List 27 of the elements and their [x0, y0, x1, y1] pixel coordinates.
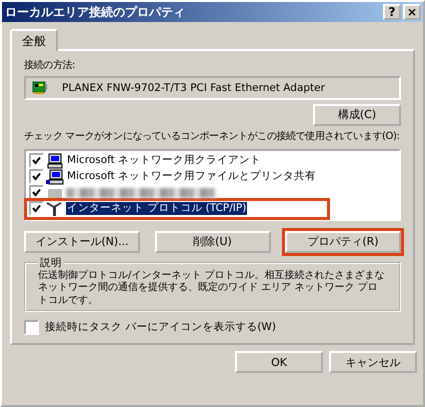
network-card-icon: [32, 80, 48, 95]
description-text: 伝送制御プロトコル/インターネット プロトコル。相互接続されたさまざまなネットワーク間の通信を提供する、既定のワイド エリア ネットワーク プロトコルです。: [38, 270, 386, 307]
adapter-name: PLANEX FNW-9702-T/T3 PCI Fast Ethernet Adapter: [62, 82, 325, 94]
checkbox[interactable]: [29, 153, 44, 168]
configure-button[interactable]: 構成(C): [313, 104, 401, 126]
component-item[interactable]: Microsoft ネットワーク用ファイルとプリンタ共有: [66, 170, 318, 184]
group-title: 説明: [39, 256, 63, 270]
close-button[interactable]: ×: [403, 4, 421, 20]
computer-icon: [46, 152, 64, 169]
component-item[interactable]: インターネット プロトコル (TCP/IP): [66, 202, 248, 216]
tab[interactable]: 全般: [10, 29, 58, 51]
checkbox[interactable]: [24, 320, 39, 335]
components-label: チェック マークがオンになっているコンポーネントがこの接続で使用されています(O):: [24, 130, 400, 143]
checkbox[interactable]: [29, 169, 44, 184]
network-plug-icon: [46, 200, 64, 217]
checkbox[interactable]: [29, 201, 44, 216]
help-button[interactable]: ?: [383, 4, 401, 20]
component-item[interactable]: Microsoft ネットワーク用クライアント: [66, 154, 262, 168]
checkbox-label: 接続時にタスク バーにアイコンを表示する(W): [45, 321, 276, 334]
dialog-button[interactable]: OK: [235, 351, 323, 373]
connect-using-label: 接続の方法:: [24, 59, 76, 72]
action-button[interactable]: プロパティ(R): [285, 230, 401, 253]
window-title: ローカルエリア接続のプロパティ: [5, 4, 186, 20]
dialog-button[interactable]: キャンセル: [329, 351, 417, 373]
action-button[interactable]: インストール(N)...: [24, 230, 140, 253]
action-button[interactable]: 削除(U): [154, 230, 270, 253]
computer-icon: [46, 168, 64, 185]
